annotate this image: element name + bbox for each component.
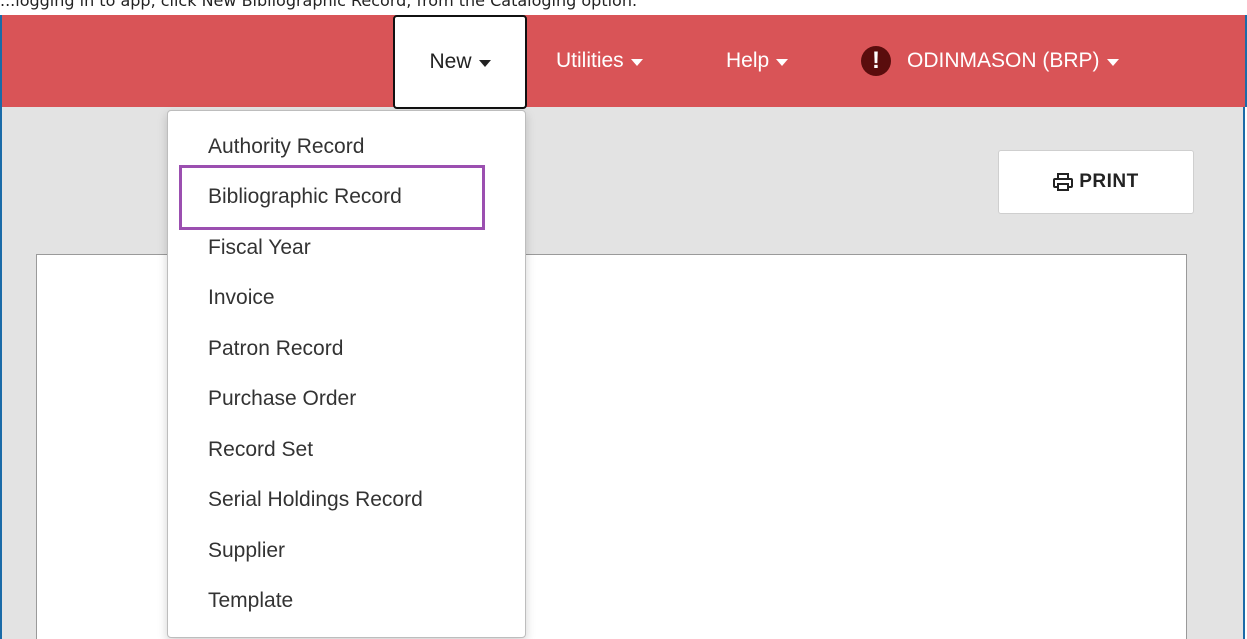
new-dropdown-menu: Authority Record Bibliographic Record Fi… <box>167 110 526 638</box>
chevron-down-icon <box>1106 58 1119 66</box>
chevron-down-icon <box>630 58 643 66</box>
new-menu-button[interactable]: New <box>393 15 527 109</box>
user-menu-label: ODINMASON (BRP) <box>907 49 1100 72</box>
print-button-label: PRINT <box>1079 171 1139 192</box>
print-button[interactable]: PRINT <box>998 150 1194 214</box>
user-menu-button[interactable]: ! ODINMASON (BRP) <box>861 15 1119 107</box>
menu-item-template[interactable]: Template <box>208 579 293 623</box>
menu-item-record-set[interactable]: Record Set <box>208 428 313 472</box>
alert-icon[interactable]: ! <box>861 46 891 76</box>
menu-item-bibliographic-record[interactable]: Bibliographic Record <box>208 175 402 219</box>
menu-item-invoice[interactable]: Invoice <box>208 276 275 320</box>
chevron-down-icon <box>478 59 491 67</box>
utilities-menu-button[interactable]: Utilities <box>556 15 643 107</box>
help-menu-button[interactable]: Help <box>726 15 789 107</box>
help-menu-label: Help <box>726 49 770 72</box>
utilities-menu-label: Utilities <box>556 49 624 72</box>
menu-item-fiscal-year[interactable]: Fiscal Year <box>208 226 311 270</box>
instruction-caption: ...logging in to app, click New Bibliogr… <box>0 0 1247 15</box>
chevron-down-icon <box>776 58 789 66</box>
menu-item-supplier[interactable]: Supplier <box>208 529 285 573</box>
menu-item-serial-holdings-record[interactable]: Serial Holdings Record <box>208 478 423 522</box>
menu-item-purchase-order[interactable]: Purchase Order <box>208 377 356 421</box>
menu-item-authority-record[interactable]: Authority Record <box>208 125 364 169</box>
new-menu-label: New <box>429 50 472 73</box>
printer-icon <box>1053 173 1074 191</box>
menu-item-patron-record[interactable]: Patron Record <box>208 327 343 371</box>
top-navbar: New Utilities Help ! ODINMASON (BRP) <box>0 15 1247 109</box>
app-window: ...logging in to app, click New Bibliogr… <box>0 0 1247 639</box>
